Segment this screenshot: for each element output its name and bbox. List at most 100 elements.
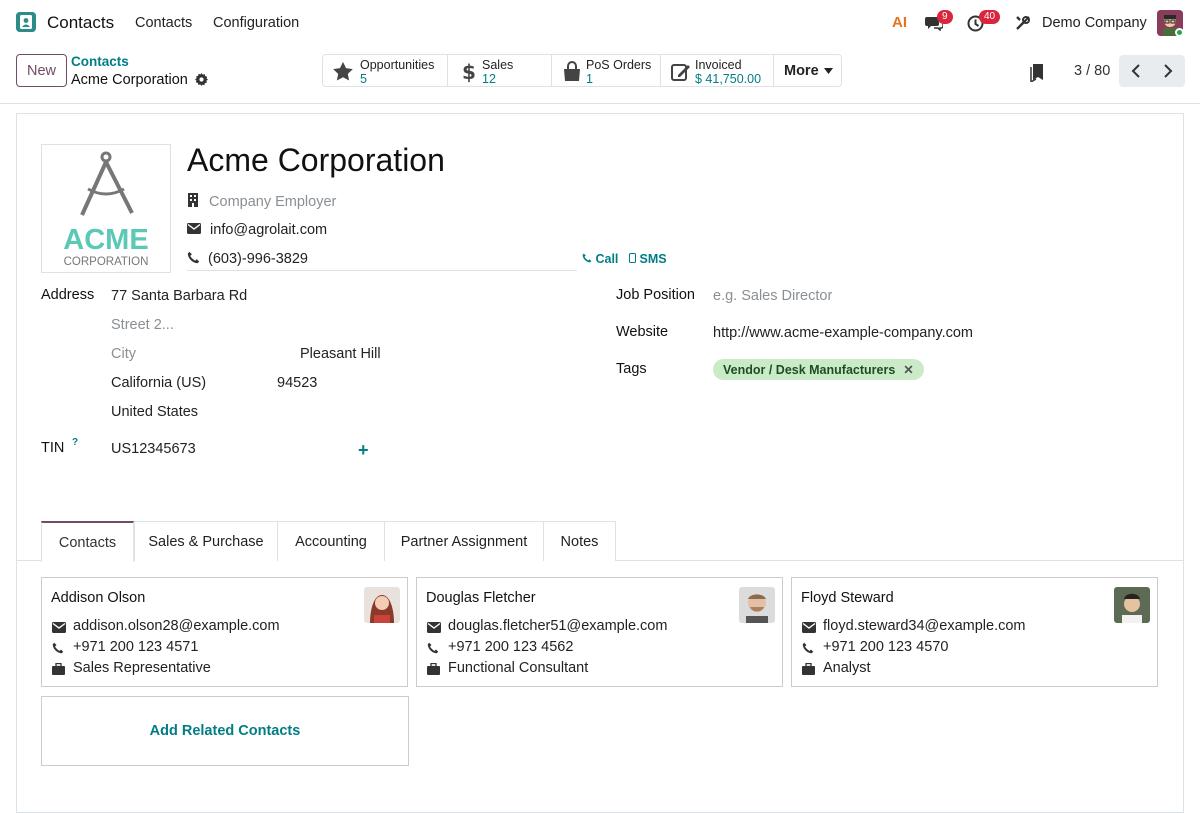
phone-field[interactable]: (603)-996-3829 [187, 251, 308, 267]
job-position-field[interactable]: e.g. Sales Director [713, 288, 832, 304]
gear-icon[interactable] [195, 73, 208, 89]
contact-card[interactable]: Douglas Fletcher douglas.fletcher51@exam… [416, 577, 783, 687]
contact-phone: +971 200 123 4570 [823, 639, 949, 655]
phone-underline [187, 270, 577, 271]
app-name[interactable]: Contacts [47, 13, 114, 33]
svg-text:$: $ [462, 61, 476, 83]
new-button[interactable]: New [16, 54, 67, 87]
smart-button-invoiced[interactable]: Invoiced $ 41,750.00 [660, 54, 774, 87]
control-panel: New Contacts Acme Corporation Opportunit… [0, 46, 1200, 104]
contact-phone: +971 200 123 4571 [73, 639, 199, 655]
company-switcher[interactable]: Demo Company [1042, 15, 1147, 31]
remove-tag-icon[interactable]: ✕ [903, 362, 913, 377]
bookmark-icon[interactable] [1030, 64, 1044, 85]
contacts-app-icon[interactable] [16, 12, 36, 32]
smart-label: Opportunities [360, 58, 435, 72]
tags-label: Tags [616, 361, 647, 377]
website-field[interactable]: http://www.acme-example-company.com [713, 325, 973, 341]
contact-name: Addison Olson [51, 590, 146, 606]
plus-icon[interactable]: + [358, 440, 369, 461]
company-field[interactable]: Company Employer [187, 193, 336, 210]
smart-label: PoS Orders [586, 58, 652, 72]
phone-icon [52, 642, 64, 654]
phone-icon [802, 642, 814, 654]
contact-photo [739, 587, 775, 623]
add-related-contacts-button[interactable]: Add Related Contacts [41, 696, 409, 766]
contact-card[interactable]: Floyd Steward floyd.steward34@example.co… [791, 577, 1158, 687]
smart-button-opportunities[interactable]: Opportunities 5 [322, 54, 448, 87]
building-icon [188, 193, 198, 207]
address-label: Address [41, 287, 95, 303]
tag-label: Vendor / Desk Manufacturers [723, 362, 896, 377]
more-dropdown-button[interactable]: More [773, 54, 842, 87]
mobile-icon [629, 253, 636, 263]
tag-badge[interactable]: Vendor / Desk Manufacturers ✕ [713, 359, 924, 380]
chevron-right-icon [1164, 64, 1173, 78]
envelope-icon [802, 622, 816, 633]
contact-job: Analyst [823, 660, 871, 676]
logo-acme-text: ACME [63, 224, 148, 256]
sms-label: SMS [639, 252, 667, 266]
contact-name: Douglas Fletcher [426, 590, 536, 606]
country-field[interactable]: United States [111, 404, 198, 420]
tab-accounting[interactable]: Accounting [277, 521, 385, 561]
contact-email: floyd.steward34@example.com [823, 618, 1026, 634]
tin-field[interactable]: US12345673 [111, 441, 196, 457]
phone-icon [582, 253, 592, 263]
chevron-left-icon [1131, 64, 1140, 78]
contact-card[interactable]: Addison Olson addison.olson28@example.co… [41, 577, 408, 687]
phone-icon [187, 251, 200, 264]
top-navbar: Contacts Contacts Configuration AI 9 40 … [0, 0, 1200, 46]
contact-photo [1114, 587, 1150, 623]
ai-icon[interactable]: AI [892, 14, 907, 31]
zip-field[interactable]: 94523 [277, 375, 317, 391]
partner-name[interactable]: Acme Corporation [187, 142, 445, 179]
job-position-label: Job Position [616, 287, 695, 303]
breadcrumb-contacts[interactable]: Contacts [71, 54, 129, 69]
city-field[interactable]: Pleasant Hill [300, 346, 381, 362]
contact-phone: +971 200 123 4562 [448, 639, 574, 655]
tab-partner-assignment[interactable]: Partner Assignment [384, 521, 544, 561]
street-field[interactable]: 77 Santa Barbara Rd [111, 288, 247, 304]
pager-next-button[interactable] [1152, 55, 1185, 87]
contact-job: Sales Representative [73, 660, 211, 676]
menu-configuration[interactable]: Configuration [213, 15, 299, 31]
pager-previous-button[interactable] [1119, 55, 1152, 87]
call-button[interactable]: Call [582, 252, 618, 266]
more-label: More [784, 62, 819, 79]
briefcase-icon [802, 663, 815, 675]
star-icon [333, 61, 353, 81]
company-placeholder: Company Employer [209, 194, 337, 210]
website-label: Website [616, 324, 669, 340]
state-field[interactable]: California (US) [111, 375, 206, 391]
activities-count-badge: 40 [979, 10, 1001, 24]
smart-value: $ 41,750.00 [695, 72, 762, 86]
smart-button-pos-orders[interactable]: PoS Orders 1 [551, 54, 661, 87]
tin-label: TIN [41, 440, 65, 456]
smart-button-sales[interactable]: $ Sales 12 [447, 54, 552, 87]
city-placeholder[interactable]: City [111, 346, 136, 362]
smart-value: 5 [360, 72, 367, 86]
sms-button[interactable]: SMS [629, 252, 667, 266]
tools-icon[interactable] [1015, 15, 1031, 34]
tab-contacts[interactable]: Contacts [41, 521, 134, 562]
contact-photo [364, 587, 400, 623]
pager-value[interactable]: 3 / 80 [1074, 63, 1110, 79]
logo-corporation-text: CORPORATION [64, 256, 149, 268]
envelope-icon [427, 622, 441, 633]
contact-name: Floyd Steward [801, 590, 894, 606]
shopping-bag-icon [564, 61, 580, 81]
email-field[interactable]: info@agrolait.com [187, 222, 327, 238]
menu-contacts[interactable]: Contacts [135, 15, 192, 31]
street2-field[interactable]: Street 2... [111, 317, 174, 333]
tin-help-tooltip[interactable]: ? [72, 437, 78, 448]
tab-notes[interactable]: Notes [543, 521, 616, 561]
contact-email: addison.olson28@example.com [73, 618, 280, 634]
briefcase-icon [427, 663, 440, 675]
contact-email: douglas.fletcher51@example.com [448, 618, 668, 634]
envelope-icon [52, 622, 66, 633]
tab-sales-purchase[interactable]: Sales & Purchase [134, 521, 278, 561]
phone-icon [427, 642, 439, 654]
partner-logo[interactable]: ACME CORPORATION [41, 144, 171, 273]
call-label: Call [595, 252, 619, 266]
